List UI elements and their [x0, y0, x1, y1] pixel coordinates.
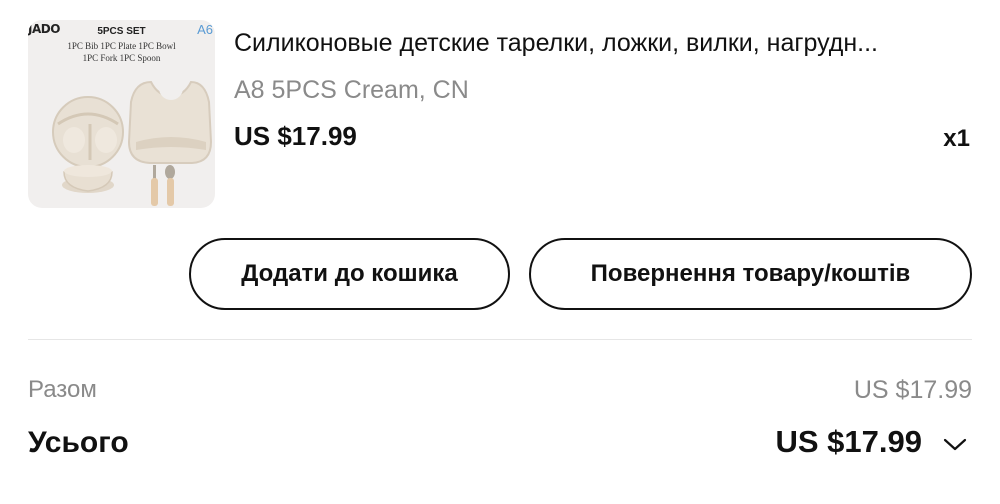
chevron-down-icon[interactable]	[942, 434, 968, 454]
cutlery-illustration	[151, 165, 175, 206]
product-price: US $17.99	[234, 121, 357, 151]
product-quantity: x1	[943, 125, 970, 152]
total-label: Усього	[28, 426, 129, 459]
bib-illustration	[127, 76, 213, 164]
subtotal-value: US $17.99	[853, 376, 972, 404]
order-item-page: JADO A6 5PCS SET 1PC Bib 1PC Plate 1PC B…	[0, 0, 1000, 504]
plate-illustration	[52, 96, 124, 168]
subtotal-label: Разом	[28, 376, 97, 403]
total-value[interactable]: US $17.99	[776, 424, 923, 460]
return-refund-button[interactable]: Повернення товару/коштів	[529, 238, 972, 310]
add-to-cart-button[interactable]: Додати до кошика	[189, 238, 510, 310]
product-title[interactable]: Силиконовые детские тарелки, ложки, вилк…	[234, 26, 974, 60]
bowl-illustration	[62, 165, 114, 193]
product-illustration	[52, 76, 213, 206]
product-variant: A8 5PCS Cream, CN	[234, 76, 469, 104]
product-image[interactable]: JADO A6 5PCS SET 1PC Bib 1PC Plate 1PC B…	[28, 20, 215, 208]
divider	[28, 339, 972, 340]
